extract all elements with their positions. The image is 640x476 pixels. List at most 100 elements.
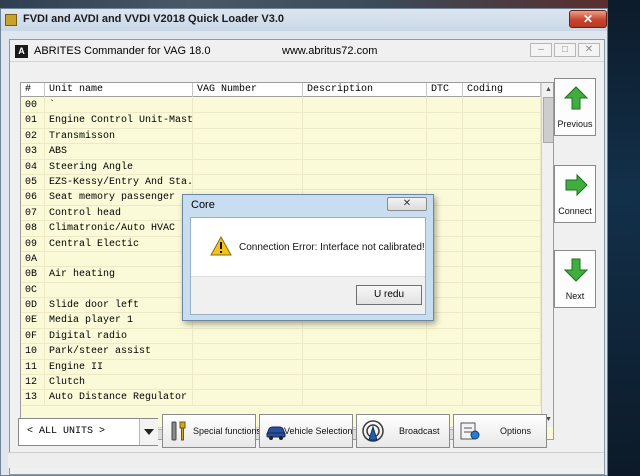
cell-unit-name [45, 282, 193, 298]
column-header-dtc[interactable]: DTC [427, 83, 463, 97]
minimize-button[interactable]: – [530, 43, 552, 57]
column-header-vag-number[interactable]: VAG Number [193, 83, 303, 97]
arrow-right-icon [565, 173, 588, 197]
column-header-coding[interactable]: Coding [463, 83, 541, 97]
vehicle-selection-label: Vehicle Selection [284, 426, 353, 436]
table-row[interactable]: 11 Engine II [21, 359, 541, 376]
cell-unit-id: 13 [21, 390, 45, 406]
cell-unit-name: Steering Angle [45, 159, 193, 175]
cell-dtc [427, 390, 463, 406]
cell-description [303, 375, 427, 391]
tools-icon [171, 421, 186, 441]
previous-button[interactable]: Previous [554, 78, 596, 136]
table-row[interactable]: 12 Clutch [21, 375, 541, 391]
cell-unit-id: 0A [21, 251, 45, 267]
cell-vag-number [193, 144, 303, 160]
cell-unit-id: 02 [21, 128, 45, 144]
status-bar [8, 452, 604, 468]
cell-coding [463, 205, 541, 221]
vertical-scrollbar[interactable]: ▲ ▼ [541, 83, 553, 427]
cell-description [303, 174, 427, 190]
cell-coding [463, 313, 541, 329]
abrites-website: www.abritus72.com [282, 45, 378, 57]
cell-vag-number [193, 113, 303, 129]
cell-coding [463, 236, 541, 252]
units-table-header: # Unit name VAG Number Description DTC C… [21, 83, 541, 97]
cell-unit-id: 11 [21, 359, 45, 375]
cell-unit-name: Slide door left [45, 298, 193, 314]
table-row[interactable]: 10 Park/steer assist [21, 344, 541, 360]
cell-unit-name: ABS [45, 144, 193, 160]
special-functions-button[interactable]: Special functions [162, 414, 261, 448]
cell-dtc [427, 144, 463, 160]
table-row[interactable]: 00 ` [21, 98, 541, 114]
options-button[interactable]: Options [453, 414, 547, 448]
close-button[interactable]: ✕ [578, 43, 600, 57]
cell-unit-id: 0E [21, 313, 45, 329]
abrites-titlebar: A ABRITES Commander for VAG 18.0 www.abr… [10, 40, 604, 62]
cell-dtc [427, 174, 463, 190]
dialog-title: Core [191, 199, 215, 211]
cell-vag-number [193, 174, 303, 190]
cell-unit-name: Park/steer assist [45, 344, 193, 360]
core-error-dialog: Core ✕ Connection Error: Interface not c… [182, 194, 434, 321]
cell-dtc [427, 328, 463, 344]
broadcast-antenna-icon [362, 420, 384, 442]
cell-unit-id: 12 [21, 375, 45, 391]
cell-dtc [427, 344, 463, 360]
cell-unit-name: Engine Control Unit-Master [45, 113, 193, 129]
cell-vag-number [193, 344, 303, 360]
dialog-footer: U redu [191, 276, 425, 314]
table-row[interactable]: 01 Engine Control Unit-Master [21, 113, 541, 129]
units-filter-value: < ALL UNITS > [27, 426, 106, 437]
cell-unit-name: Central Electic [45, 236, 193, 252]
cell-coding [463, 344, 541, 360]
connect-button[interactable]: Connect [554, 165, 596, 223]
cell-vag-number [193, 375, 303, 391]
table-row[interactable]: 13 Auto Distance Regulator [21, 390, 541, 406]
cell-unit-id: 08 [21, 221, 45, 237]
cell-coding [463, 144, 541, 160]
cell-dtc [427, 113, 463, 129]
cell-coding [463, 174, 541, 190]
scroll-up-icon[interactable]: ▲ [542, 83, 553, 96]
cell-coding [463, 267, 541, 283]
cell-unit-id: 00 [21, 98, 45, 113]
cell-unit-name: Digital radio [45, 328, 193, 344]
column-header-number[interactable]: # [21, 83, 45, 97]
column-header-unit-name[interactable]: Unit name [45, 83, 193, 97]
cell-dtc [427, 359, 463, 375]
cell-unit-id: 0F [21, 328, 45, 344]
maximize-button[interactable]: □ [554, 43, 576, 57]
vehicle-selection-button[interactable]: Vehicle Selection [259, 414, 353, 448]
cell-description [303, 328, 427, 344]
table-row[interactable]: 03 ABS [21, 144, 541, 160]
cell-unit-id: 03 [21, 144, 45, 160]
desktop-background-right [608, 0, 640, 476]
next-button[interactable]: Next [554, 250, 596, 308]
table-row[interactable]: 0F Digital radio [21, 328, 541, 345]
dialog-ok-button[interactable]: U redu [356, 285, 422, 305]
chevron-down-icon[interactable] [139, 419, 158, 445]
cell-vag-number [193, 390, 303, 406]
cell-unit-name [45, 251, 193, 267]
cell-coding [463, 359, 541, 375]
table-row[interactable]: 02 Transmisson [21, 128, 541, 145]
vertical-scroll-thumb[interactable] [543, 97, 553, 143]
dialog-close-button[interactable]: ✕ [387, 197, 427, 211]
cell-unit-name: EZS-Kessy/Entry And Sta... [45, 174, 193, 190]
cell-description [303, 144, 427, 160]
broadcast-button[interactable]: Broadcast [356, 414, 450, 448]
table-row[interactable]: 05 EZS-Kessy/Entry And Sta... [21, 174, 541, 191]
cell-vag-number [193, 328, 303, 344]
units-filter-select[interactable]: < ALL UNITS > [18, 418, 158, 446]
cell-coding [463, 128, 541, 144]
cell-coding [463, 159, 541, 175]
quick-loader-close-button[interactable]: ✕ [569, 10, 607, 28]
cell-unit-name: Media player 1 [45, 313, 193, 329]
quick-loader-titlebar: FVDI and AVDI and VVDI V2018 Quick Loade… [1, 9, 607, 31]
abrites-logo-icon: A [15, 45, 28, 58]
cell-dtc [427, 128, 463, 144]
table-row[interactable]: 04 Steering Angle [21, 159, 541, 175]
column-header-description[interactable]: Description [303, 83, 427, 97]
